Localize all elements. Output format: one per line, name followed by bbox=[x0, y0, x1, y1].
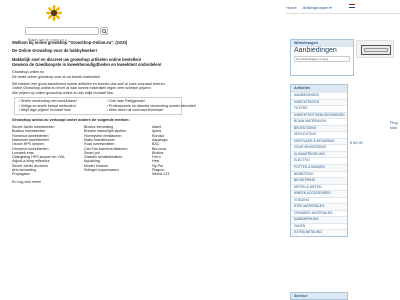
brands-heading: Growshop online.eu verkoopt onder andere… bbox=[12, 117, 130, 122]
dutch-flag-icon[interactable] bbox=[349, 4, 355, 8]
nav-home-link[interactable]: Home bbox=[286, 5, 297, 10]
service-heading[interactable]: Service bbox=[290, 292, 348, 300]
usp-item: Alles direct uit voorraad leverbaar! bbox=[106, 108, 184, 113]
category-menu-item[interactable]: EXTRA BETALING bbox=[291, 229, 347, 237]
cart-box: Winkelwagen Aanbiedingen Uw winkelwagen … bbox=[290, 39, 354, 76]
product-title-partial[interactable]: Plug stuk bbox=[390, 121, 398, 131]
product-image[interactable] bbox=[356, 40, 394, 58]
brand-link[interactable]: Wuma 123 bbox=[152, 172, 192, 176]
cart-status: Uw winkelwagen is leeg bbox=[294, 56, 350, 62]
sunflower-logo-icon[interactable] bbox=[46, 5, 62, 21]
category-menu-heading: Artikelen bbox=[291, 85, 347, 92]
usp-item: Altijd lage prijzen! Inclusief btw! bbox=[18, 108, 106, 113]
category-menu: Artikelen AANBIEDINGEN KWEEKTENTEN FILTERS… bbox=[290, 84, 348, 238]
intro-line: Alle prijzen op online growshop-online.e… bbox=[12, 90, 114, 95]
brand-link bbox=[84, 172, 152, 176]
offers-heading[interactable]: Aanbiedingen bbox=[291, 47, 353, 55]
main-content: Welkom bij online growshop "GrowShop-Onl… bbox=[12, 40, 282, 185]
product-price: € 69,00 bbox=[350, 141, 363, 145]
usp-checklist: Snelle verzending met track&trace! Ook n… bbox=[14, 97, 196, 115]
top-navigation: Home Artikelgroepen ▾ bbox=[286, 3, 338, 11]
brand-links: Secret Jardin kweektenten Biobizz bemesti… bbox=[12, 125, 282, 177]
brand-link[interactable]: Propagator bbox=[12, 172, 84, 176]
nav-divider bbox=[286, 13, 400, 14]
cart-heading[interactable]: Winkelwagen bbox=[291, 40, 353, 47]
outro-text: En nog veel meer! bbox=[12, 179, 42, 184]
search-button[interactable] bbox=[100, 27, 108, 35]
search-icon bbox=[101, 28, 107, 34]
category-menu-item[interactable]: KWEEKTENT BENODIGDHEDEN bbox=[291, 111, 347, 119]
search-field[interactable] bbox=[25, 27, 99, 43]
nav-artikelgroepen-dropdown[interactable]: Artikelgroepen ▾ bbox=[303, 5, 332, 10]
grow-tent-image bbox=[361, 45, 391, 55]
